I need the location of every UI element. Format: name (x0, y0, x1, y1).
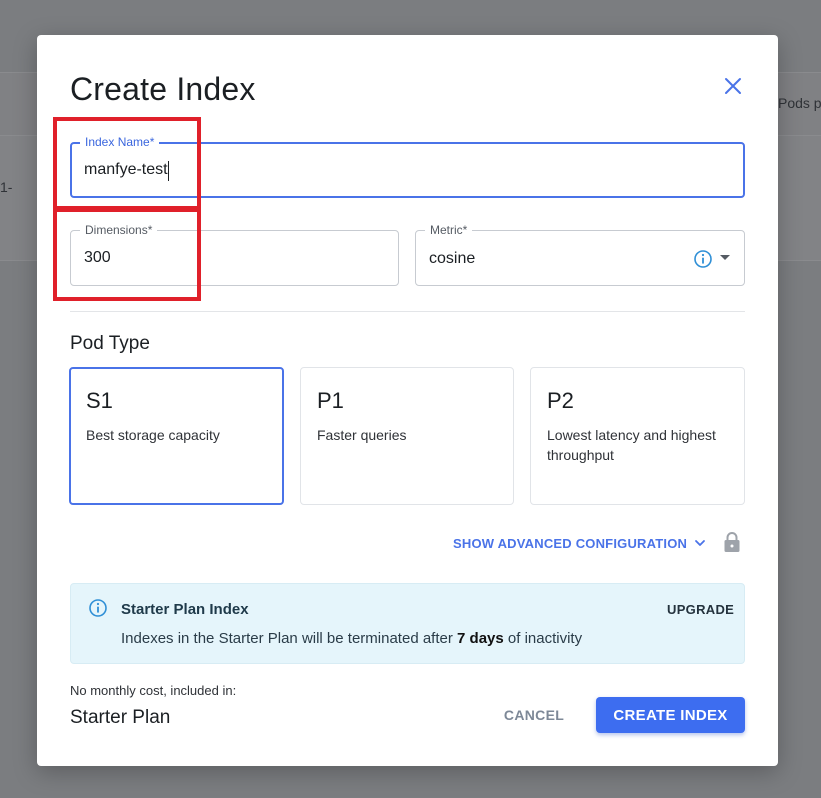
dropdown-arrow-icon[interactable] (720, 255, 730, 260)
cost-note: No monthly cost, included in: (70, 683, 237, 698)
alert-title: Starter Plan Index (121, 601, 249, 618)
lock-icon (724, 532, 740, 552)
highlight-box-dimensions (53, 208, 201, 301)
pod-option-description: Best storage capacity (86, 427, 220, 443)
pod-option-name: P1 (317, 388, 344, 413)
info-icon (89, 599, 107, 617)
pod-option-p1[interactable]: P1 Faster queries (300, 367, 514, 505)
pod-option-s1[interactable]: S1 Best storage capacity (69, 367, 284, 505)
pod-option-name: S1 (86, 388, 113, 413)
pod-type-heading: Pod Type (70, 333, 150, 354)
alert-message: Indexes in the Starter Plan will be term… (121, 630, 583, 647)
dialog-title: Create Index (70, 71, 256, 107)
info-icon[interactable] (693, 249, 713, 269)
metric-value: cosine (429, 250, 476, 267)
section-divider (70, 311, 745, 312)
starter-plan-alert: Starter Plan Index Indexes in the Starte… (70, 583, 745, 664)
upgrade-link[interactable]: UPGRADE (667, 602, 734, 617)
plan-name: Starter Plan (70, 707, 171, 728)
background-cell-fragment: 1- (0, 179, 13, 195)
close-icon[interactable] (722, 75, 744, 97)
pod-option-description: Lowest latency and highest throughput (547, 427, 716, 463)
pod-option-name: P2 (547, 388, 574, 413)
background-column-header: Pods p (778, 95, 821, 111)
cancel-button[interactable]: CANCEL (491, 697, 577, 733)
chevron-down-icon[interactable] (693, 536, 707, 550)
metric-select[interactable]: Metric* cosine (415, 223, 745, 286)
highlight-box-index-name (53, 117, 201, 210)
create-index-button[interactable]: CREATE INDEX (596, 697, 745, 733)
pod-option-p2[interactable]: P2 Lowest latency and highest throughput (530, 367, 745, 505)
metric-label: Metric* (425, 223, 473, 237)
show-advanced-configuration-link[interactable]: SHOW ADVANCED CONFIGURATION (453, 536, 687, 551)
pod-option-description: Faster queries (317, 427, 407, 443)
